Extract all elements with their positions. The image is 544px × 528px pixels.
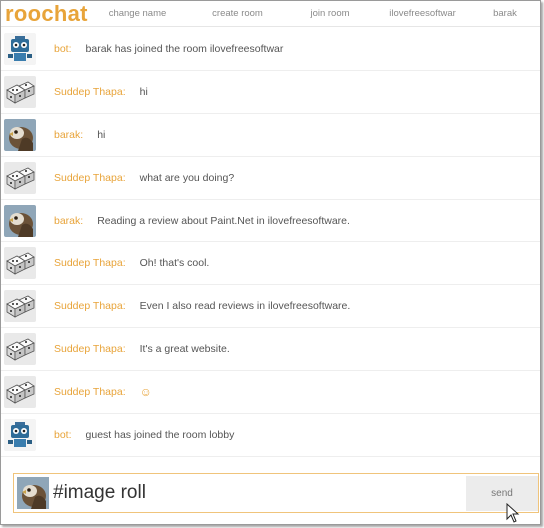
dice-icon (4, 161, 36, 194)
message-sender: Suddep Thapa: (54, 257, 126, 270)
bird-icon (4, 118, 36, 151)
message-row: bot: guest has joined the room lobby (1, 414, 540, 457)
message-sender: bot: (54, 428, 72, 441)
dice-icon (4, 376, 36, 409)
message-row: Suddep Thapa: Oh! that's cool. (1, 242, 540, 286)
smiley-emoji: ☺ (139, 385, 152, 400)
message-row: bot: barak has joined the room ilovefree… (1, 28, 540, 71)
robot-icon (4, 32, 36, 65)
message-text: barak has joined the room ilovefreesoftw… (85, 42, 284, 55)
nav-join-room[interactable]: join room (285, 8, 375, 19)
message-list: bot: barak has joined the room ilovefree… (1, 28, 540, 457)
dice-icon (4, 333, 36, 366)
top-nav: roochat change name create room join roo… (1, 1, 540, 27)
nav-change-name[interactable]: change name (85, 8, 190, 19)
message-row: barak: hi (1, 114, 540, 157)
send-button[interactable]: send (466, 476, 538, 511)
message-row: Suddep Thapa: It's a great website. (1, 328, 540, 372)
message-text: hi (139, 85, 148, 98)
bird-icon (17, 477, 49, 509)
robot-icon (4, 418, 36, 451)
message-text: guest has joined the room lobby (85, 428, 235, 441)
message-text: It's a great website. (139, 343, 230, 356)
message-text: hi (97, 128, 106, 141)
bird-icon (4, 204, 36, 237)
message-text: what are you doing? (139, 171, 235, 184)
message-input[interactable] (53, 477, 463, 509)
message-sender: barak: (54, 214, 84, 227)
message-row: Suddep Thapa: what are you doing? (1, 157, 540, 200)
message-sender: Suddep Thapa: (54, 300, 126, 313)
message-text: Reading a review about Paint.Net in ilov… (97, 214, 350, 227)
message-text: Oh! that's cool. (139, 257, 210, 270)
chat-window: roochat change name create room join roo… (0, 0, 541, 525)
message-sender: barak: (54, 128, 84, 141)
dice-icon (4, 247, 36, 280)
message-row: barak: Reading a review about Paint.Net … (1, 200, 540, 243)
message-sender: bot: (54, 42, 72, 55)
message-text: Even I also read reviews in ilovefreesof… (139, 300, 351, 313)
nav-username[interactable]: barak (470, 8, 540, 19)
message-sender: Suddep Thapa: (54, 171, 126, 184)
message-sender: Suddep Thapa: (54, 85, 126, 98)
message-row: Suddep Thapa: ☺ (1, 371, 540, 415)
message-row: Suddep Thapa: Even I also read reviews i… (1, 285, 540, 329)
logo[interactable]: roochat (1, 1, 87, 27)
message-row: Suddep Thapa: hi (1, 71, 540, 114)
nav-current-room[interactable]: ilovefreesoftwar (375, 8, 470, 19)
nav-create-room[interactable]: create room (190, 8, 285, 19)
message-composer: send (13, 473, 539, 513)
message-sender: Suddep Thapa: (54, 343, 126, 356)
dice-icon (4, 290, 36, 323)
message-sender: Suddep Thapa: (54, 386, 126, 399)
dice-icon (4, 75, 36, 108)
mouse-cursor-icon (506, 503, 520, 523)
